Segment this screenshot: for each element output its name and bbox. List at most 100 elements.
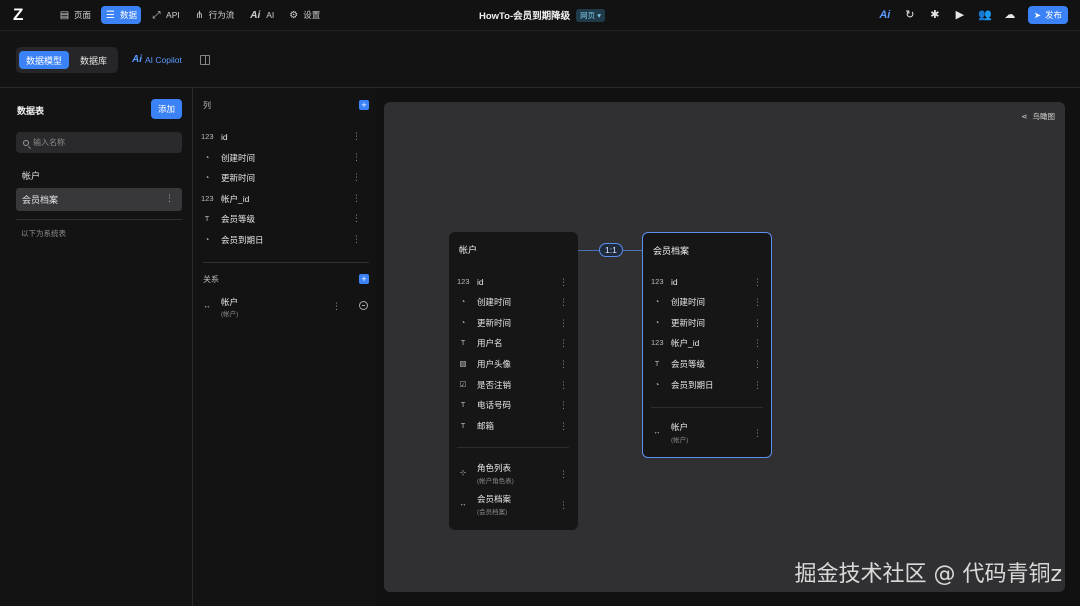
field-name: 是否注销 — [477, 380, 512, 390]
entity-field[interactable]: T 会员等级 — [651, 354, 705, 374]
table-item-member-profile[interactable]: 会员档案 ⋮ — [16, 188, 182, 211]
more-icon[interactable]: ⋮ — [352, 152, 361, 162]
more-icon[interactable]: ⋮ — [753, 318, 762, 328]
users-icon[interactable]: 👥 — [978, 8, 992, 22]
entity-field[interactable]: T 用户名 — [457, 333, 503, 353]
nav-item-settings[interactable]: ⚙ 设置 — [284, 6, 324, 24]
add-column-button[interactable]: + — [359, 100, 369, 110]
more-icon[interactable]: ⋮ — [559, 277, 568, 287]
entity-card-member-profile[interactable]: 会员档案 123 id ⋮ ◔ 创建时间 ⋮ ◔ 更新时间 ⋮ 123 帐户_id ⋮ … — [642, 232, 772, 458]
more-icon[interactable]: ⋮ — [559, 297, 568, 307]
more-icon[interactable]: ⋮ — [559, 338, 568, 348]
table-item-account[interactable]: 帐户 — [16, 164, 182, 187]
nav-item-pages[interactable]: ▤ 页面 — [55, 6, 95, 24]
entity-field[interactable]: T 邮箱 — [457, 416, 494, 436]
publish-button[interactable]: ➤ 发布 — [1027, 6, 1068, 24]
app-logo[interactable]: Z — [13, 6, 31, 24]
nav-item-ai[interactable]: Ai AI — [244, 6, 278, 24]
clock-icon: ◔ — [654, 318, 660, 327]
relation-row[interactable]: ↔ 帐户 (帐户) ⋮ — [201, 294, 369, 318]
entity-card-account[interactable]: 帐户 123 id ⋮ ◔ 创建时间 ⋮ ◔ 更新时间 ⋮ T 用户名 ⋮ ▨ 用户头像 … — [449, 232, 578, 530]
add-table-button[interactable]: 添加 — [151, 99, 182, 119]
more-icon[interactable]: ⋮ — [753, 380, 762, 390]
refresh-icon[interactable]: ↻ — [903, 8, 917, 22]
entity-field[interactable]: ☑ 是否注销 — [457, 375, 511, 395]
entity-relation[interactable]: ↔ 帐户 (帐户) — [651, 419, 763, 447]
cloud-download-icon[interactable]: ☁ — [1003, 8, 1017, 22]
entity-field[interactable]: ▨ 用户头像 — [457, 354, 511, 374]
more-icon[interactable]: ⋮ — [753, 297, 762, 307]
column-name: 会员到期日 — [221, 235, 264, 245]
clock-icon: ◔ — [204, 153, 210, 162]
text-icon: T — [654, 359, 660, 368]
column-row[interactable]: T 会员等级 ⋮ — [201, 209, 369, 229]
entity-title: 会员档案 — [653, 246, 690, 256]
remove-relation-icon[interactable] — [359, 301, 368, 310]
more-icon[interactable]: ⋮ — [753, 428, 762, 438]
send-icon: ➤ — [1033, 9, 1041, 20]
entity-field[interactable]: ◔ 更新时间 — [457, 313, 511, 333]
entity-field[interactable]: ◔ 创建时间 — [651, 292, 705, 312]
nav-item-flow[interactable]: ⋔ 行为流 — [190, 6, 239, 24]
tab-database[interactable]: 数据库 — [73, 51, 114, 69]
more-icon[interactable]: ⋮ — [753, 277, 762, 287]
search-input[interactable] — [33, 138, 173, 147]
entity-field[interactable]: 123 帐户_id — [651, 333, 699, 353]
more-icon[interactable]: ⋮ — [559, 421, 568, 431]
field-name: 电话号码 — [477, 400, 512, 410]
column-row[interactable]: 123 帐户_id ⋮ — [201, 189, 369, 209]
more-icon[interactable]: ⋮ — [332, 301, 341, 311]
field-name: 用户名 — [477, 338, 503, 348]
play-icon[interactable]: ▶ — [953, 8, 967, 22]
nav-item-api[interactable]: ⤢ API — [147, 6, 184, 24]
entity-field[interactable]: 123 id — [457, 272, 484, 292]
more-icon[interactable]: ⋮ — [352, 193, 361, 203]
relation-icon: ↔ — [653, 427, 661, 436]
entity-relation[interactable]: ↔ 会员档案 (会员档案) — [457, 491, 569, 519]
platform-badge[interactable]: 网页 ▾ — [576, 8, 605, 22]
er-canvas[interactable]: ⋖ 鸟瞰图 1:1 帐户 123 id ⋮ ◔ 创建时间 ⋮ ◔ 更新时间 ⋮ T 用户… — [384, 102, 1065, 592]
tab-data-model[interactable]: 数据模型 — [19, 51, 70, 69]
relation-target: (帐户) — [221, 311, 239, 318]
entity-relation[interactable]: ⊹ 角色列表 (帐户角色表) — [457, 460, 569, 488]
more-icon[interactable]: ⋮ — [352, 234, 361, 244]
entity-field[interactable]: ◔ 更新时间 — [651, 313, 705, 333]
more-icon[interactable]: ⋮ — [559, 500, 568, 510]
birdview-button[interactable]: ⋖ 鸟瞰图 — [1021, 111, 1055, 122]
add-relation-button[interactable]: + — [359, 274, 369, 284]
more-icon[interactable]: ⋮ — [352, 131, 361, 141]
clock-icon: ◔ — [654, 297, 660, 306]
entity-field[interactable]: ◔ 创建时间 — [457, 292, 511, 312]
book-icon[interactable] — [200, 55, 210, 65]
more-icon[interactable]: ⋮ — [165, 193, 174, 203]
relation-cardinality[interactable]: 1:1 — [599, 243, 623, 257]
bug-icon[interactable]: ✱ — [928, 8, 942, 22]
more-icon[interactable]: ⋮ — [559, 400, 568, 410]
more-icon[interactable]: ⋮ — [753, 338, 762, 348]
column-row[interactable]: ◔ 创建时间 ⋮ — [201, 148, 369, 168]
more-icon[interactable]: ⋮ — [559, 359, 568, 369]
id-icon: 123 — [201, 194, 214, 203]
entity-field[interactable]: ◔ 会员到期日 — [651, 375, 714, 395]
relation-target: (帐户角色表) — [477, 478, 514, 485]
ai-copilot-button[interactable]: Ai AI Copilot — [132, 54, 182, 65]
nav-item-data[interactable]: ☰ 数据 — [101, 6, 142, 24]
entity-field[interactable]: 123 id — [651, 272, 678, 292]
id-icon: 123 — [201, 132, 214, 141]
more-icon[interactable]: ⋮ — [352, 213, 361, 223]
nav-item-label: 设置 — [303, 10, 321, 20]
ai-assistant-icon[interactable]: Ai — [878, 8, 892, 22]
more-icon[interactable]: ⋮ — [559, 469, 568, 479]
column-row[interactable]: ◔ 更新时间 ⋮ — [201, 168, 369, 188]
column-row[interactable]: ◔ 会员到期日 ⋮ — [201, 230, 369, 250]
relation-target: (会员档案) — [477, 509, 508, 516]
entity-field[interactable]: T 电话号码 — [457, 395, 511, 415]
field-name: 用户头像 — [477, 359, 512, 369]
column-row[interactable]: 123 id ⋮ — [201, 127, 369, 147]
more-icon[interactable]: ⋮ — [559, 380, 568, 390]
more-icon[interactable]: ⋮ — [559, 318, 568, 328]
field-name: 邮箱 — [477, 421, 495, 431]
more-icon[interactable]: ⋮ — [753, 359, 762, 369]
more-icon[interactable]: ⋮ — [352, 172, 361, 182]
field-name: 创建时间 — [477, 297, 512, 307]
